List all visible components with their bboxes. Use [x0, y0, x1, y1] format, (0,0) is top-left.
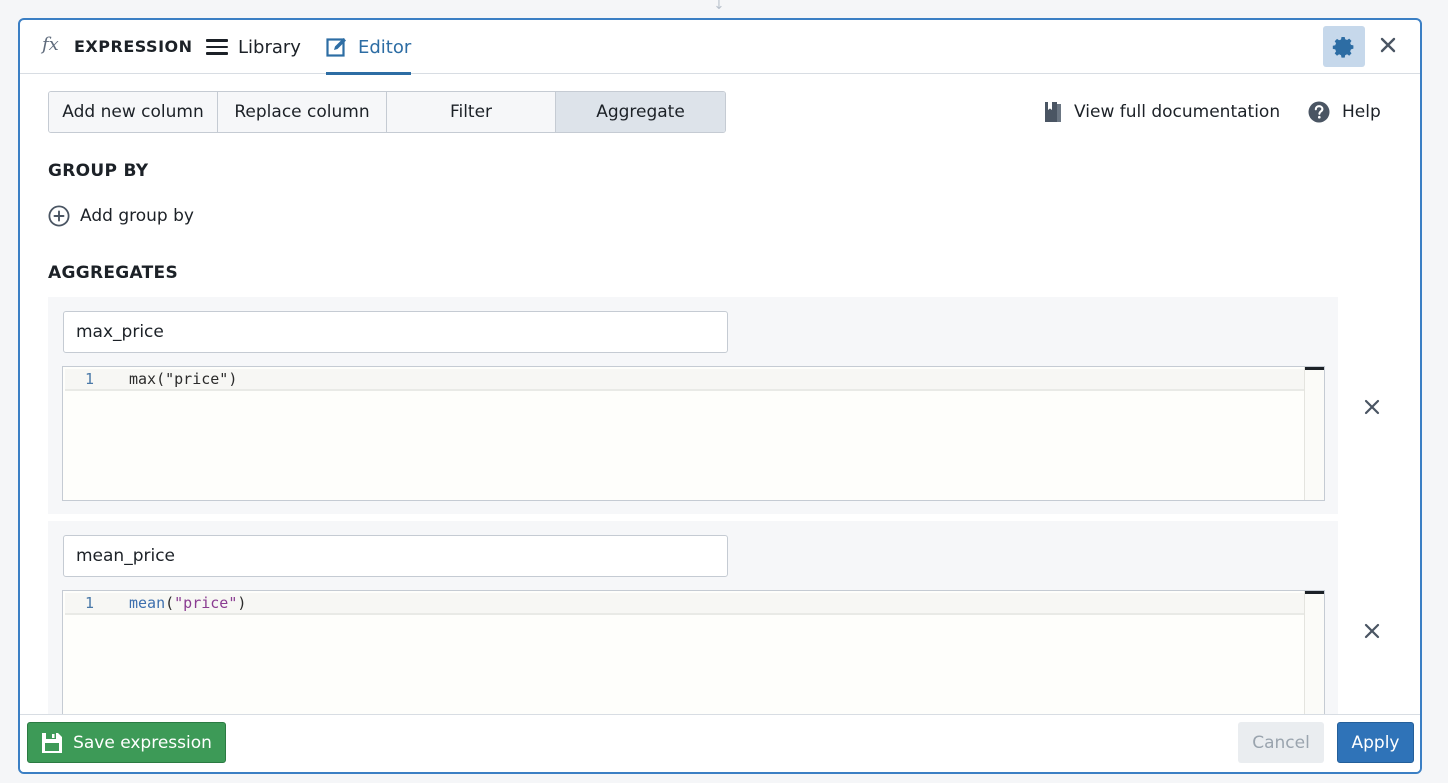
mode-selector: Add new column Replace column Filter Agg… — [48, 91, 726, 133]
aggregate-name-input[interactable] — [63, 311, 728, 353]
code-paren-close: ) — [237, 594, 247, 612]
panel-footer: Save expression Cancel Apply — [20, 714, 1420, 772]
remove-aggregate-button[interactable] — [1362, 397, 1382, 417]
close-icon — [1364, 399, 1380, 415]
arrow-down-icon: ↓ — [713, 0, 725, 13]
code-paren-open: ( — [165, 594, 175, 612]
line-number: 1 — [85, 594, 95, 612]
help-label: Help — [1342, 102, 1381, 122]
save-expression-label: Save expression — [73, 732, 212, 753]
code-editor[interactable]: 1 max ("price") — [62, 366, 1325, 501]
mode-add-new-column[interactable]: Add new column — [49, 92, 218, 132]
apply-button[interactable]: Apply — [1337, 722, 1414, 763]
code-line: 1 max ("price") — [65, 369, 1304, 391]
remove-aggregate-button[interactable] — [1362, 621, 1382, 641]
code-function: mean — [129, 594, 166, 612]
add-group-by-label: Add group by — [80, 206, 194, 226]
floppy-disk-icon — [42, 732, 63, 753]
tab-editor[interactable]: Editor — [326, 20, 412, 75]
tab-editor-label: Editor — [358, 36, 412, 58]
code-argument: ("price") — [156, 370, 238, 388]
panel-title: EXPRESSION — [74, 37, 193, 56]
close-icon — [1364, 623, 1380, 639]
mode-replace-column[interactable]: Replace column — [218, 92, 387, 132]
view-documentation-label: View full documentation — [1074, 102, 1281, 122]
add-group-by-button[interactable]: Add group by — [48, 204, 194, 228]
save-expression-button[interactable]: Save expression — [27, 722, 226, 763]
tab-library[interactable]: Library — [206, 20, 301, 74]
settings-button[interactable] — [1323, 26, 1365, 67]
expression-panel: fx EXPRESSION Library Editor Add new col… — [18, 18, 1422, 774]
cancel-button[interactable]: Cancel — [1238, 722, 1324, 763]
tab-library-label: Library — [238, 36, 301, 58]
code-string: "price" — [174, 594, 238, 612]
hamburger-icon — [206, 39, 228, 55]
code-line: 1 mean("price") — [65, 593, 1304, 615]
aggregate-name-input[interactable] — [63, 535, 728, 577]
mode-aggregate[interactable]: Aggregate — [556, 92, 725, 132]
code-function: max — [129, 370, 157, 388]
close-icon — [1380, 37, 1396, 53]
line-number: 1 — [85, 370, 95, 388]
mode-filter[interactable]: Filter — [387, 92, 556, 132]
close-panel-button[interactable] — [1376, 33, 1400, 57]
help-link[interactable]: Help — [1308, 100, 1381, 124]
help-icon — [1308, 101, 1330, 123]
function-icon: fx — [42, 34, 59, 55]
aggregates-heading: AGGREGATES — [48, 263, 179, 283]
gear-icon — [1332, 36, 1354, 58]
plus-circle-icon — [48, 205, 70, 227]
view-documentation-link[interactable]: View full documentation — [1044, 100, 1280, 124]
group-by-heading: GROUP BY — [48, 161, 149, 181]
aggregate-card: 1 max("price") — [48, 297, 1338, 514]
editor-scrollbar[interactable] — [1304, 367, 1324, 500]
edit-icon — [326, 38, 346, 57]
panel-header: fx EXPRESSION Library Editor — [20, 20, 1420, 75]
book-icon — [1045, 102, 1061, 122]
